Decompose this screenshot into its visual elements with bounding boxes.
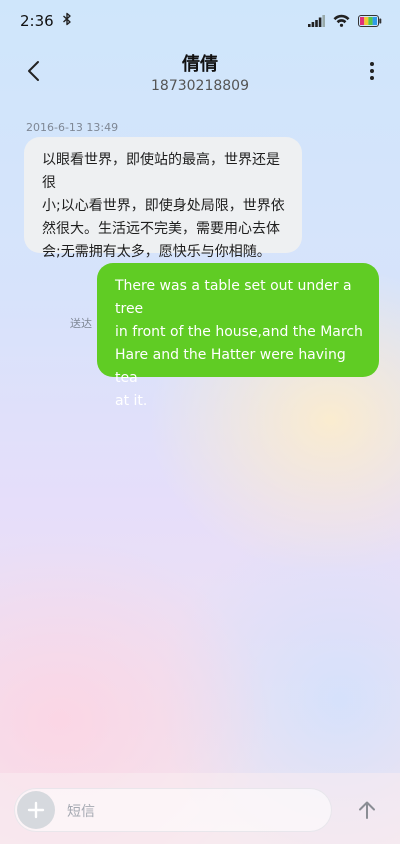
composer-bar: 短信: [0, 773, 400, 844]
contact-info: 倩倩 18730218809: [0, 50, 400, 94]
message-line: There was a table set out under a tree: [115, 278, 352, 317]
more-vertical-icon: [370, 62, 374, 80]
incoming-message-bubble[interactable]: 以眼看世界，即使站的最高，世界还是很 小;以心看世界，即使身处局限，世界依 然很…: [24, 137, 302, 260]
message-line: 小;以心看世界，即使身处局限，世界依: [42, 198, 285, 214]
contact-phone-number: 18730218809: [151, 78, 249, 94]
status-left: 2:36: [20, 12, 72, 30]
conversation-header: 倩倩 18730218809: [0, 42, 400, 102]
wifi-icon: [333, 12, 350, 31]
more-options-button[interactable]: [364, 56, 380, 86]
message-line: at it.: [115, 393, 148, 409]
outgoing-message-bubble[interactable]: There was a table set out under a tree i…: [97, 263, 379, 409]
status-right: [308, 12, 382, 31]
bluetooth-icon: [62, 12, 72, 30]
delivery-status: 送达: [70, 317, 92, 330]
status-bar: 2:36: [0, 0, 400, 42]
send-arrow-icon: [359, 801, 375, 819]
contact-name: 倩倩: [182, 54, 218, 75]
status-time: 2:36: [20, 12, 54, 30]
message-line: 会;无需拥有太多，愿快乐与你相随。: [42, 244, 271, 260]
send-button[interactable]: [354, 797, 380, 823]
add-icon: [27, 801, 45, 819]
message-input-placeholder: 短信: [67, 804, 95, 820]
message-line: Hare and the Hatter were having tea: [115, 347, 346, 386]
add-attachment-button[interactable]: [17, 791, 55, 829]
battery-icon: [358, 12, 382, 31]
message-line: 然很大。生活远不完美，需要用心去体: [42, 221, 280, 237]
message-line: in front of the house,and the March: [115, 324, 363, 340]
message-input[interactable]: 短信: [14, 788, 332, 832]
signal-icon: [308, 12, 325, 31]
message-timestamp: 2016-6-13 13:49: [26, 121, 119, 134]
message-line: 以眼看世界，即使站的最高，世界还是很: [42, 152, 280, 191]
